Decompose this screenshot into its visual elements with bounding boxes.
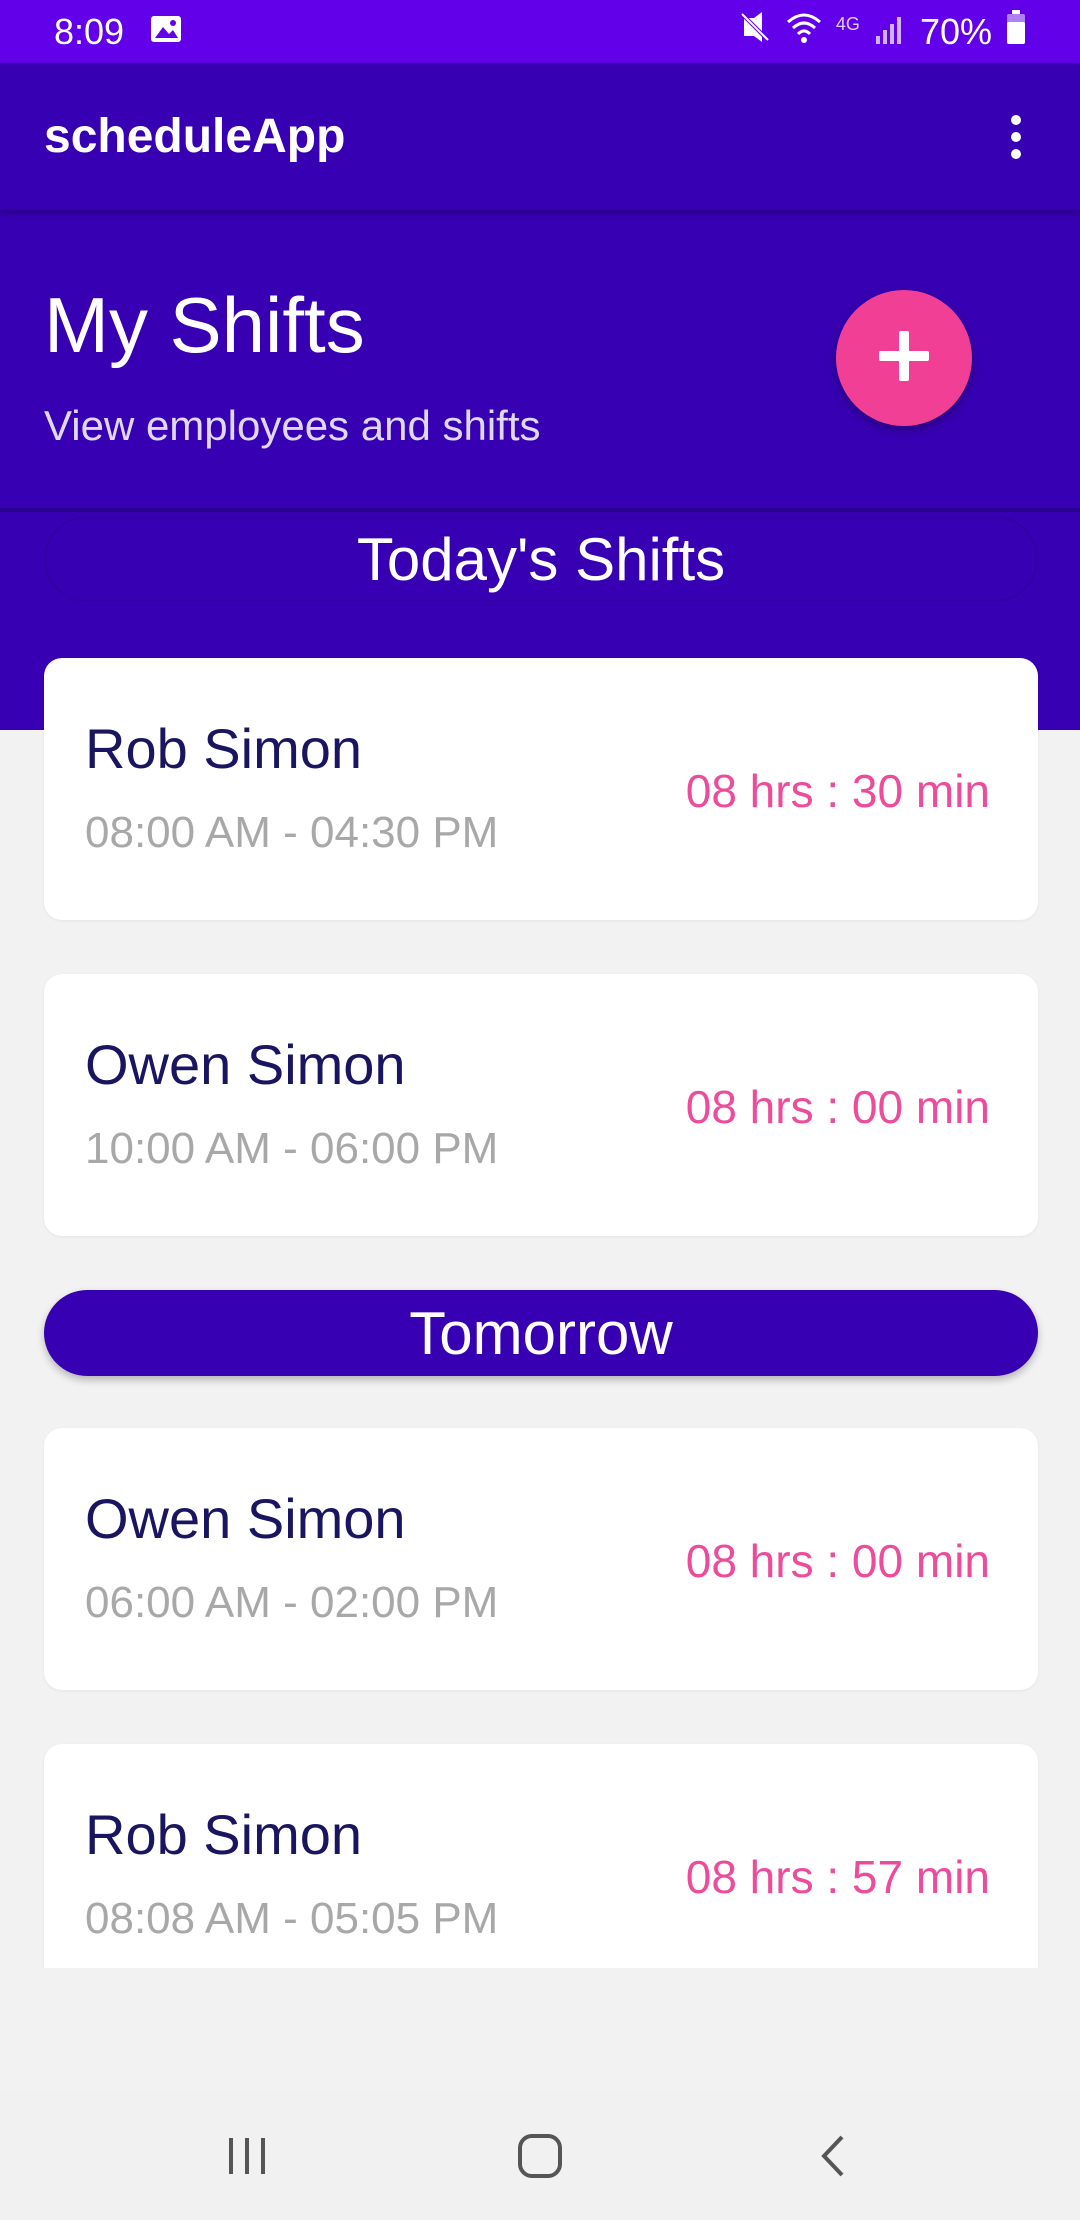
shift-card[interactable]: Owen Simon 10:00 AM - 06:00 PM 08 hrs : … xyxy=(44,974,1038,1236)
add-shift-button[interactable] xyxy=(836,290,972,426)
shift-duration: 08 hrs : 57 min xyxy=(685,1851,990,1903)
shift-time: 10:00 AM - 06:00 PM xyxy=(85,1124,499,1173)
more-vert-icon[interactable] xyxy=(996,107,1036,167)
shift-card[interactable]: Owen Simon 06:00 AM - 02:00 PM 08 hrs : … xyxy=(44,1428,1038,1690)
plus-icon xyxy=(877,329,931,388)
employee-name: Owen Simon xyxy=(85,1487,406,1550)
back-icon[interactable] xyxy=(788,2111,878,2201)
employee-name: Rob Simon xyxy=(85,1803,363,1866)
shift-duration: 08 hrs : 00 min xyxy=(685,1535,990,1587)
shift-duration: 08 hrs : 30 min xyxy=(685,765,990,817)
shift-time: 08:08 AM - 05:05 PM xyxy=(85,1894,499,1943)
employee-name: Owen Simon xyxy=(85,1033,406,1096)
system-nav-bar xyxy=(0,2092,1080,2220)
home-icon[interactable] xyxy=(495,2111,585,2201)
screen: 8:09 4G 70% scheduleApp My Shifts View e… xyxy=(0,0,1080,2220)
shift-time: 08:00 AM - 04:30 PM xyxy=(85,808,499,857)
shift-card[interactable]: Rob Simon 08:00 AM - 04:30 PM 08 hrs : 3… xyxy=(44,658,1038,920)
divider xyxy=(0,508,1080,512)
shift-duration: 08 hrs : 00 min xyxy=(685,1081,990,1133)
employee-name: Rob Simon xyxy=(85,717,363,780)
recent-apps-icon[interactable] xyxy=(202,2111,292,2201)
shift-time: 06:00 AM - 02:00 PM xyxy=(85,1578,499,1627)
section-tomorrow: Tomorrow xyxy=(44,1290,1038,1376)
page-subtitle: View employees and shifts xyxy=(44,402,541,449)
app-bar: scheduleApp xyxy=(0,63,1080,210)
header: My Shifts View employees and shifts Toda… xyxy=(0,210,1080,730)
shift-card[interactable]: Rob Simon 08:08 AM - 05:05 PM 08 hrs : 5… xyxy=(44,1744,1038,1968)
shift-list-viewport: My Shifts View employees and shifts Toda… xyxy=(0,0,1080,1968)
page-title: My Shifts xyxy=(44,281,365,369)
section-today: Today's Shifts xyxy=(44,516,1038,602)
app-title: scheduleApp xyxy=(44,110,346,163)
